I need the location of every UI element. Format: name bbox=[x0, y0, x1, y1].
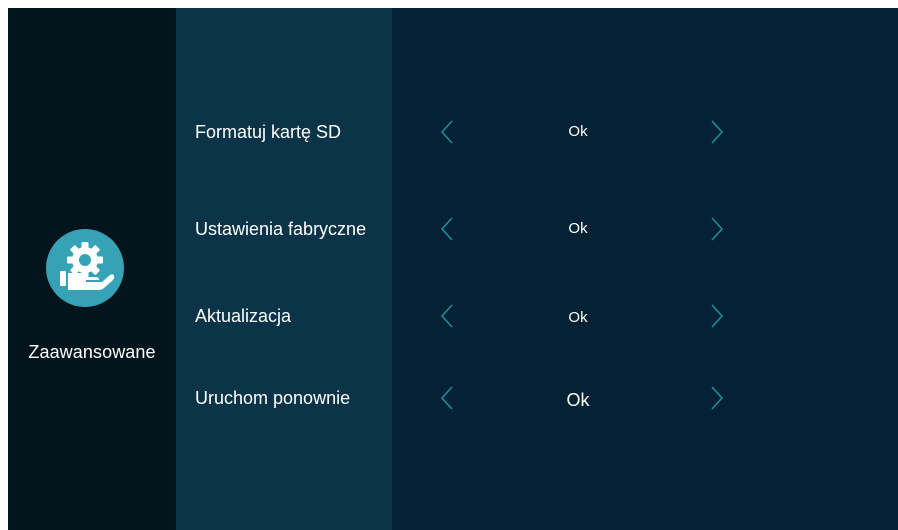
setting-value-ok[interactable]: Ok bbox=[538, 382, 618, 418]
setting-value-ok[interactable]: Ok bbox=[538, 211, 618, 247]
chevron-left-icon[interactable] bbox=[433, 215, 461, 243]
sidebar: Zaawansowane bbox=[8, 8, 176, 530]
chevron-left-icon[interactable] bbox=[433, 118, 461, 146]
sidebar-label: Zaawansowane bbox=[28, 342, 156, 362]
settings-screen: Zaawansowane Formatuj kartę SD Ok Ustawi… bbox=[8, 8, 898, 530]
setting-row-format-sd: Formatuj kartę SD Ok bbox=[8, 114, 898, 150]
setting-row-factory-settings: Ustawienia fabryczne Ok bbox=[8, 211, 898, 247]
setting-label: Formatuj kartę SD bbox=[195, 122, 342, 142]
setting-row-update: Aktualizacja Ok bbox=[8, 298, 898, 334]
label-column bbox=[176, 8, 392, 530]
setting-label: Uruchom ponownie bbox=[195, 388, 351, 408]
chevron-right-icon[interactable] bbox=[703, 118, 731, 146]
setting-row-restart: Uruchom ponownie Ok bbox=[8, 380, 898, 416]
setting-label: Aktualizacja bbox=[195, 306, 292, 326]
chevron-right-icon[interactable] bbox=[703, 384, 731, 412]
chevron-right-icon[interactable] bbox=[703, 302, 731, 330]
chevron-right-icon[interactable] bbox=[703, 215, 731, 243]
setting-label: Ustawienia fabryczne bbox=[195, 219, 367, 239]
setting-value-ok[interactable]: Ok bbox=[538, 300, 618, 336]
setting-value-ok[interactable]: Ok bbox=[538, 114, 618, 150]
chevron-left-icon[interactable] bbox=[433, 384, 461, 412]
chevron-left-icon[interactable] bbox=[433, 302, 461, 330]
